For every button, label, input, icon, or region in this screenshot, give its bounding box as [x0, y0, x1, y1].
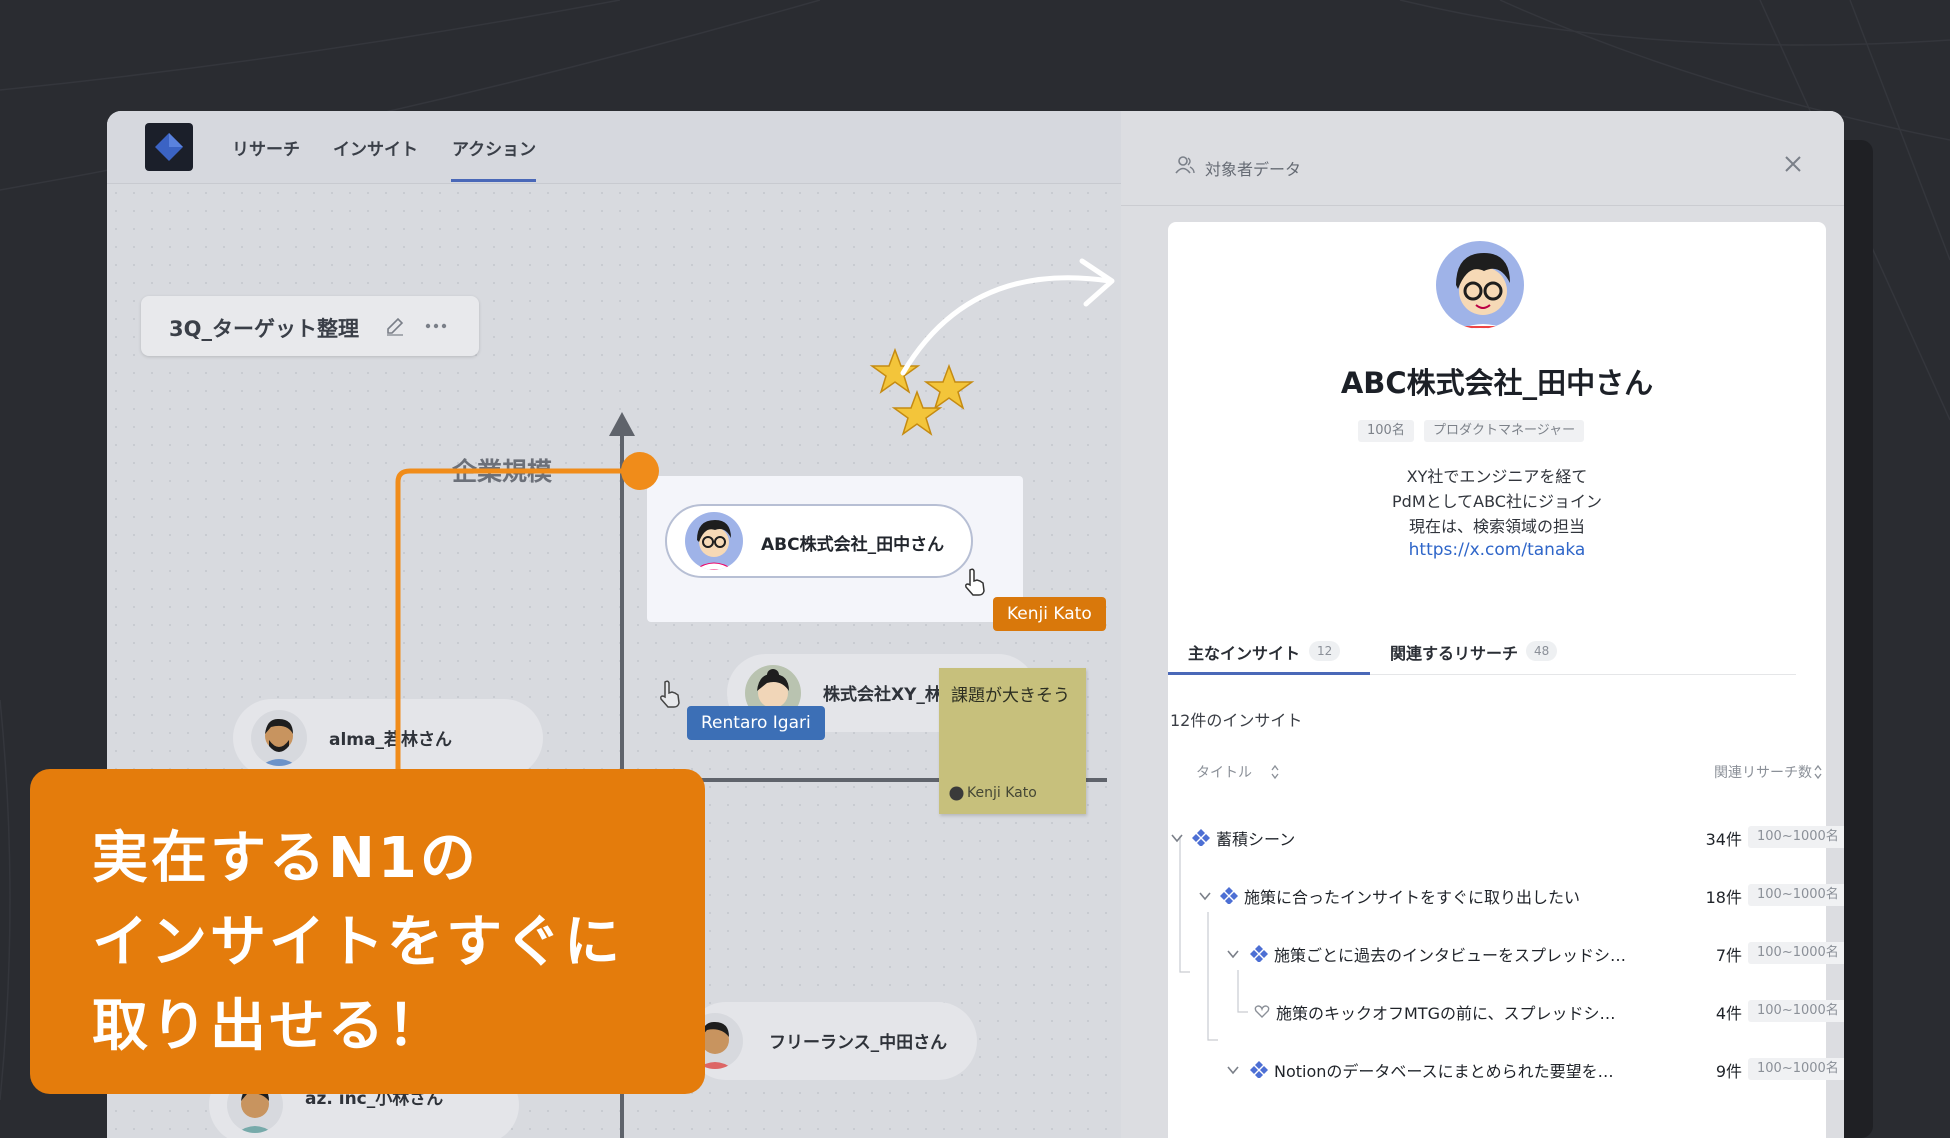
insight-count: 9件	[1715, 1062, 1742, 1081]
hand-cursor-icon	[965, 568, 985, 596]
insight-range: 100~1000名	[1748, 942, 1844, 964]
respondent-panel: 対象者データ ABC株式会社_田中さん 100名 プロダクトマネージャー XY社…	[1121, 111, 1844, 1138]
profile-name: ABC株式会社_田中さん	[1340, 366, 1654, 400]
insight-row[interactable]: 施策のキックオフMTGの前に、スプレッドシ… 4件 100~1000名	[1168, 996, 1844, 1026]
sort-icon[interactable]	[1270, 764, 1280, 780]
diamond-logo-icon	[155, 133, 183, 161]
nav-insight[interactable]: インサイト	[333, 135, 418, 160]
insight-range: 100~1000名	[1748, 1058, 1844, 1080]
insight-count: 12件のインサイト	[1170, 711, 1303, 730]
profile-card: ABC株式会社_田中さん 100名 プロダクトマネージャー XY社でエンジニアを…	[1168, 222, 1844, 1138]
insight-range: 100~1000名	[1748, 826, 1844, 848]
avatar	[685, 512, 743, 570]
callout-line: インサイトをすぐに	[92, 910, 623, 975]
selected-person-area: ABC株式会社_田中さん	[647, 476, 1023, 622]
profile-bio: XY社でエンジニアを経て PdMとしてABC社にジョイン 現在は、検索領域の担当	[1392, 467, 1602, 536]
star-icons	[869, 347, 975, 436]
close-icon[interactable]	[1784, 155, 1802, 173]
insight-diamond-icon	[1220, 887, 1238, 904]
sticky-note[interactable]: 課題が大きそう Kenji Kato	[939, 668, 1086, 814]
sort-icon[interactable]	[1813, 764, 1823, 780]
nav-active-indicator	[451, 179, 536, 182]
callout-line: 取り出せる！	[92, 994, 446, 1059]
tab-count-badge: 12	[1309, 641, 1341, 661]
insight-diamond-icon	[1250, 945, 1268, 962]
profile-link[interactable]: https://x.com/tanaka	[1168, 540, 1826, 560]
profile-chip: プロダクトマネージャー	[1424, 420, 1585, 442]
chevron-down-icon[interactable]	[1226, 1063, 1240, 1077]
insight-title: 施策のキックオフMTGの前に、スプレッドシ…	[1276, 1004, 1616, 1023]
person-name: alma_若林さん	[329, 730, 452, 750]
insight-title: 施策に合ったインサイトをすぐに取り出したい	[1244, 888, 1581, 907]
insight-diamond-icon	[1192, 829, 1210, 846]
promo-callout: 実在するN1の インサイトをすぐに 取り出せる！	[30, 769, 705, 1094]
tree-connectors	[1179, 836, 1248, 1041]
panel-title: 対象者データ	[1205, 160, 1302, 179]
insight-count: 4件	[1715, 1004, 1742, 1023]
insight-range: 100~1000名	[1748, 1000, 1844, 1022]
author-avatar-icon	[949, 786, 964, 801]
insight-title: 蓄積シーン	[1216, 830, 1296, 849]
column-header-related[interactable]: 関連リサーチ数	[1714, 762, 1812, 782]
tab-main-insights[interactable]: 主なインサイト	[1188, 640, 1300, 664]
top-navigation: リサーチ インサイト アクション	[107, 111, 1121, 184]
tab-count-badge: 48	[1526, 641, 1558, 661]
column-header-title[interactable]: タイトル	[1196, 762, 1252, 782]
person-name: フリーランス_中田さん	[769, 1033, 948, 1053]
insight-count: 7件	[1715, 946, 1742, 965]
insight-row[interactable]: 蓄積シーン 34件 100~1000名	[1168, 822, 1844, 852]
chevron-down-icon[interactable]	[1226, 947, 1240, 961]
heart-icon	[1254, 1005, 1270, 1018]
person-card-selected[interactable]: ABC株式会社_田中さん	[665, 504, 973, 578]
tab-active-indicator	[1168, 672, 1370, 675]
insight-count: 34件	[1705, 830, 1742, 849]
insight-count: 18件	[1705, 888, 1742, 907]
sticky-note-text: 課題が大きそう	[951, 686, 1070, 706]
panel-header: 対象者データ	[1121, 111, 1844, 206]
cursor-tag-kenji: Kenji Kato	[993, 597, 1106, 631]
nav-research[interactable]: リサーチ	[232, 135, 300, 160]
insight-row[interactable]: 施策に合ったインサイトをすぐに取り出したい 18件 100~1000名	[1168, 880, 1844, 910]
tab-related-research[interactable]: 関連するリサーチ	[1390, 640, 1518, 664]
insight-title: Notionのデータベースにまとめられた要望を…	[1274, 1062, 1614, 1081]
nav-action[interactable]: アクション	[452, 135, 536, 160]
insight-row[interactable]: 施策ごとに過去のインタビューをスプレッドシ… 7件 100~1000名	[1168, 938, 1844, 968]
hand-cursor-icon	[660, 680, 680, 708]
avatar	[251, 710, 307, 766]
person-name: ABC株式会社_田中さん	[761, 535, 945, 555]
person-card[interactable]: フリーランス_中田さん	[687, 1002, 977, 1080]
chevron-down-icon[interactable]	[1198, 889, 1212, 903]
insight-range: 100~1000名	[1748, 884, 1844, 906]
insight-title: 施策ごとに過去のインタビューをスプレッドシ…	[1274, 946, 1627, 965]
callout-line: 実在するN1の	[92, 826, 479, 891]
app-logo[interactable]	[145, 123, 193, 171]
insight-row[interactable]: Notionのデータベースにまとめられた要望を… 9件 100~1000名	[1168, 1054, 1844, 1084]
profile-avatar	[1433, 238, 1527, 332]
profile-chip: 100名	[1358, 420, 1414, 442]
chevron-down-icon[interactable]	[1170, 831, 1184, 845]
person-card[interactable]: alma_若林さん	[233, 699, 543, 777]
cursor-tag-rentaro: Rentaro Igari	[687, 706, 825, 740]
insight-diamond-icon	[1250, 1061, 1268, 1078]
sticky-note-author: Kenji Kato	[967, 785, 1037, 801]
people-icon	[1175, 156, 1195, 174]
